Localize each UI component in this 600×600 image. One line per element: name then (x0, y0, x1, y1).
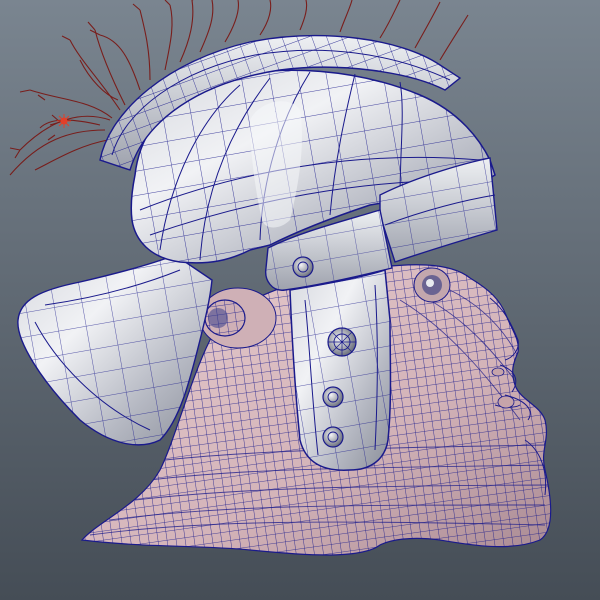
rivet-bolt-icon (322, 386, 344, 408)
scene-canvas[interactable] (0, 0, 600, 600)
ear-mesh (199, 287, 277, 349)
rivet-bolt-icon (292, 256, 314, 278)
rivet-bolt-icon (322, 426, 344, 448)
eye-socket-mesh (413, 267, 451, 303)
pivot-manipulator-icon[interactable] (57, 114, 71, 128)
3d-viewport[interactable] (0, 0, 600, 600)
rivet-bolt-icon (327, 327, 357, 357)
